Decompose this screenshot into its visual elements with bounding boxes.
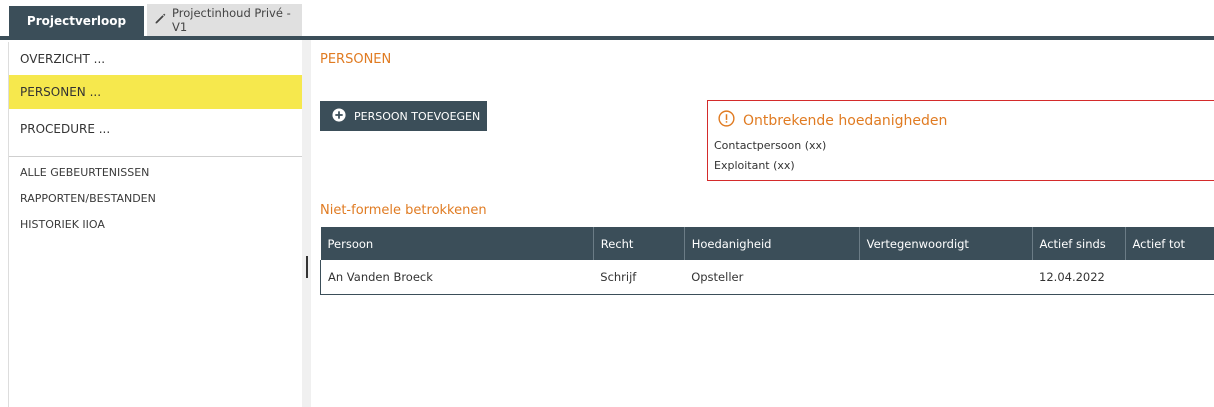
warning-line: Contactpersoon (xx)	[714, 139, 827, 152]
sidebar-item-label: OVERZICHT ...	[20, 52, 106, 66]
splitter-handle[interactable]	[306, 256, 308, 278]
tab-bar-divider	[0, 36, 1214, 40]
alert-circle-icon	[718, 110, 735, 131]
warning-line: Exploitant (xx)	[714, 159, 795, 172]
table-header-row: Persoon Recht Hoedanigheid Vertegenwoord…	[320, 227, 1214, 260]
sidebar-item-personen[interactable]: PERSONEN ...	[9, 75, 303, 109]
column-header-persoon[interactable]: Persoon	[320, 227, 594, 260]
pencil-icon	[154, 12, 167, 28]
warning-title: Ontbrekende hoedanigheden	[718, 110, 947, 131]
sidebar-link-historiek-iioa[interactable]: HISTORIEK IIOA	[20, 218, 105, 231]
sidebar-item-label: PERSONEN ...	[20, 85, 102, 99]
column-header-recht[interactable]: Recht	[593, 227, 685, 260]
table-cell	[1125, 260, 1214, 295]
persons-table: Persoon Recht Hoedanigheid Vertegenwoord…	[320, 227, 1214, 295]
tab-projectinhoud-label: Projectinhoud Privé - V1	[172, 6, 291, 34]
plus-circle-icon	[332, 107, 346, 125]
sidebar-item-overzicht[interactable]: OVERZICHT ...	[9, 42, 303, 76]
tab-projectverloop[interactable]: Projectverloop	[9, 6, 144, 36]
table-cell: Schrijf	[593, 260, 685, 295]
table-cell: Opsteller	[684, 260, 860, 295]
tab-projectinhoud[interactable]: Projectinhoud Privé - V1	[147, 4, 302, 36]
column-header-actief-tot[interactable]: Actief tot	[1125, 227, 1214, 260]
sidebar: OVERZICHT ... PERSONEN ... PROCEDURE ...…	[8, 42, 303, 407]
column-header-vertegenwoordigt[interactable]: Vertegenwoordigt	[859, 227, 1033, 260]
sidebar-divider	[9, 156, 303, 157]
column-header-actief-sinds[interactable]: Actief sinds	[1032, 227, 1126, 260]
table-cell: 12.04.2022	[1032, 260, 1125, 295]
tab-bar: Projectverloop Projectinhoud Privé - V1	[0, 0, 1214, 36]
add-person-button[interactable]: PERSOON TOEVOEGEN	[320, 101, 487, 131]
table-row[interactable]: An Vanden Broeck Schrijf Opsteller 12.04…	[320, 260, 1214, 295]
warning-title-text: Ontbrekende hoedanigheden	[743, 112, 948, 129]
sidebar-link-alle-gebeurtenissen[interactable]: ALLE GEBEURTENISSEN	[20, 166, 149, 179]
sidebar-link-rapporten-bestanden[interactable]: RAPPORTEN/BESTANDEN	[20, 192, 156, 205]
page-title: PERSONEN	[320, 52, 392, 67]
missing-capacities-warning: Ontbrekende hoedanigheden Contactpersoon…	[707, 100, 1214, 181]
table-cell: An Vanden Broeck	[320, 260, 594, 295]
sidebar-item-label: PROCEDURE ...	[20, 122, 111, 136]
table-cell	[859, 260, 1033, 295]
column-header-hoedanigheid[interactable]: Hoedanigheid	[684, 227, 860, 260]
section-title-niet-formele: Niet-formele betrokkenen	[320, 203, 487, 218]
add-person-button-label: PERSOON TOEVOEGEN	[354, 109, 481, 123]
panel-splitter[interactable]	[302, 40, 311, 407]
sidebar-item-procedure[interactable]: PROCEDURE ...	[9, 112, 303, 146]
tab-projectverloop-label: Projectverloop	[26, 14, 127, 28]
